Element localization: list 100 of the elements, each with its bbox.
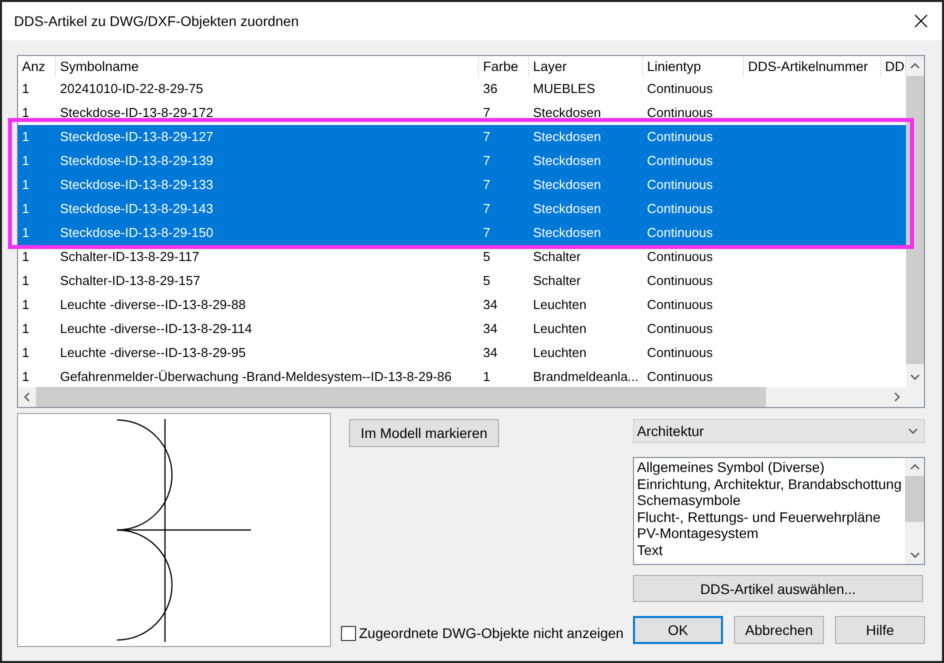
list-item[interactable]: Schemasymbole: [637, 492, 902, 509]
table-cell-text: Gefahrenmelder-Überwachung -Brand-Meldesystem--ID-13-8-29-86: [59, 368, 453, 386]
checkbox[interactable]: [341, 626, 356, 640]
table-cell-text: Leuchte -diverse--ID-13-8-29-88: [59, 296, 247, 314]
table-cell-text: Continuous: [646, 224, 714, 242]
column-header[interactable]: Layer: [529, 56, 643, 77]
table-row[interactable]: 1 20241010-ID-22-8-29-75 36 MUEBLES Continuous: [18, 77, 906, 101]
table-cell-text: Continuous: [646, 272, 714, 290]
table-cell-text: 1: [21, 344, 30, 362]
table-cell-text: 7: [482, 200, 492, 218]
table-cell-text: Steckdose-ID-13-8-29-172: [59, 104, 214, 122]
table-cell-text: Continuous: [646, 296, 714, 314]
table-cell-text: Steckdose-ID-13-8-29-133: [59, 176, 214, 194]
table-cell-text: Leuchte -diverse--ID-13-8-29-95: [59, 344, 247, 362]
table-row[interactable]: 1 Steckdose-ID-13-8-29-172 7 Steckdosen Continuous: [18, 101, 906, 125]
table-row[interactable]: 1 Gefahrenmelder-Überwachung -Brand-Meldesystem--ID-13-8-29-86 1 Brandmeldeanla... Continuous: [18, 365, 906, 387]
table-cell-text: 1: [21, 224, 30, 242]
table-cell-text: Continuous: [646, 320, 714, 338]
table-cell-text: Steckdose-ID-13-8-29-150: [59, 224, 214, 242]
checkbox-label[interactable]: Zugeordnete DWG-Objekte nicht anzeigen: [359, 625, 624, 641]
table-cell-text: 5: [482, 248, 492, 266]
horizontal-scrollbar[interactable]: [18, 387, 906, 407]
table-cell-text: 7: [482, 104, 492, 122]
table-cell-text: Continuous: [646, 176, 714, 194]
table-cell-text: 1: [21, 128, 30, 146]
list-item[interactable]: Text: [637, 542, 902, 559]
table-row[interactable]: 1 Leuchte -diverse--ID-13-8-29-88 34 Leuchten Continuous: [18, 293, 906, 317]
dialog-button[interactable]: OK: [633, 616, 723, 644]
column-header[interactable]: Anz: [18, 56, 56, 77]
table-cell-text: 5: [482, 272, 492, 290]
list-item[interactable]: PV-Montagesystem: [637, 525, 902, 542]
table-cell-text: 20241010-ID-22-8-29-75: [59, 80, 204, 98]
table-cell-text: Steckdose-ID-13-8-29-139: [59, 152, 214, 170]
table-cell-text: Leuchten: [532, 344, 588, 362]
table-cell-text: Schalter-ID-13-8-29-157: [59, 272, 202, 290]
table-cell-text: Steckdosen: [532, 104, 602, 122]
table-cell-text: 1: [21, 320, 30, 338]
table-cell-text: 7: [482, 176, 492, 194]
table-cell-text: Leuchte -diverse--ID-13-8-29-114: [59, 320, 253, 338]
table-row[interactable]: 1 Steckdose-ID-13-8-29-150 7 Steckdosen Continuous: [18, 221, 906, 245]
table-cell-text: Continuous: [646, 128, 714, 146]
table-row[interactable]: 1 Schalter-ID-13-8-29-117 5 Schalter Continuous: [18, 245, 906, 269]
table-row[interactable]: 1 Steckdose-ID-13-8-29-127 7 Steckdosen Continuous: [18, 125, 906, 149]
table-cell-text: Steckdosen: [532, 128, 602, 146]
dialog-button[interactable]: Abbrechen: [734, 616, 824, 644]
table-row[interactable]: 1 Steckdose-ID-13-8-29-143 7 Steckdosen Continuous: [18, 197, 906, 221]
table-cell-text: Steckdosen: [532, 224, 602, 242]
table-cell-text: 1: [21, 200, 30, 218]
select-article-button[interactable]: DDS-Artikel auswählen...: [633, 575, 923, 602]
table-cell-text: 7: [482, 152, 492, 170]
table-cell-text: Leuchten: [532, 320, 588, 338]
table-cell-text: 1: [21, 80, 30, 98]
table-cell-text: Steckdosen: [532, 152, 602, 170]
table-cell-text: Steckdosen: [532, 176, 602, 194]
table-cell-text: 34: [482, 344, 498, 362]
category-dropdown[interactable]: Architektur: [633, 419, 925, 443]
table-cell-text: 36: [482, 80, 498, 98]
table-row[interactable]: 1 Steckdose-ID-13-8-29-133 7 Steckdosen Continuous: [18, 173, 906, 197]
list-item[interactable]: Einrichtung, Architektur, Brandabschottung: [637, 476, 902, 492]
table-cell-text: 1: [21, 272, 30, 290]
table-cell-text: Leuchten: [532, 296, 588, 314]
table-cell-text: Steckdose-ID-13-8-29-127: [59, 128, 214, 146]
list-item[interactable]: Allgemeines Symbol (Diverse): [637, 459, 902, 476]
table-row[interactable]: 1 Schalter-ID-13-8-29-157 5 Schalter Continuous: [18, 269, 906, 293]
table-cell-text: Continuous: [646, 104, 714, 122]
list-item[interactable]: Flucht-, Rettungs- und Feuerwehrpläne: [637, 508, 902, 526]
table-cell-text: Schalter-ID-13-8-29-117: [59, 248, 200, 266]
table-cell-text: 34: [482, 296, 498, 314]
table-cell-text: 1: [21, 296, 30, 314]
table-cell-text: MUEBLES: [532, 80, 596, 98]
table-row[interactable]: 1 Leuchte -diverse--ID-13-8-29-95 34 Leuchten Continuous: [18, 341, 906, 365]
mark-in-model-button[interactable]: Im Modell markieren: [349, 419, 499, 447]
table-cell-text: Schalter: [532, 248, 582, 266]
column-header[interactable]: DDS-Artikelnummer: [744, 56, 881, 77]
table-cell-text: 7: [482, 128, 492, 146]
table-cell-text: Steckdose-ID-13-8-29-143: [59, 200, 214, 218]
table-cell-text: Continuous: [646, 248, 714, 266]
table-cell-text: Continuous: [646, 200, 714, 218]
table-cell-text: Continuous: [646, 368, 714, 386]
table-cell-text: Continuous: [646, 80, 714, 98]
table-cell-text: 1: [21, 152, 30, 170]
chevron-down-icon: [908, 428, 918, 434]
column-header[interactable]: Farbe: [479, 56, 529, 77]
column-header[interactable]: Linientyp: [643, 56, 744, 77]
column-header[interactable]: Symbolname: [56, 56, 479, 77]
table-row[interactable]: 1 Steckdose-ID-13-8-29-139 7 Steckdosen Continuous: [18, 149, 906, 173]
table-cell-text: Brandmeldeanla...: [532, 368, 640, 386]
vertical-scrollbar[interactable]: [905, 458, 924, 564]
window-title: DDS-Artikel zu DWG/DXF-Objekten zuordnen: [14, 13, 299, 29]
table-row[interactable]: 1 Leuchte -diverse--ID-13-8-29-114 34 Leuchten Continuous: [18, 317, 906, 341]
table-cell-text: 1: [21, 104, 30, 122]
table-cell-text: 1: [482, 368, 492, 386]
table-cell-text: 7: [482, 224, 492, 242]
table-cell-text: 1: [21, 176, 30, 194]
dialog-button[interactable]: Hilfe: [835, 616, 925, 644]
table-cell-text: Steckdosen: [532, 200, 602, 218]
close-icon[interactable]: [914, 14, 928, 28]
table-cell-text: 1: [21, 368, 30, 386]
vertical-scrollbar[interactable]: [906, 56, 924, 387]
table-cell-text: 34: [482, 320, 498, 338]
